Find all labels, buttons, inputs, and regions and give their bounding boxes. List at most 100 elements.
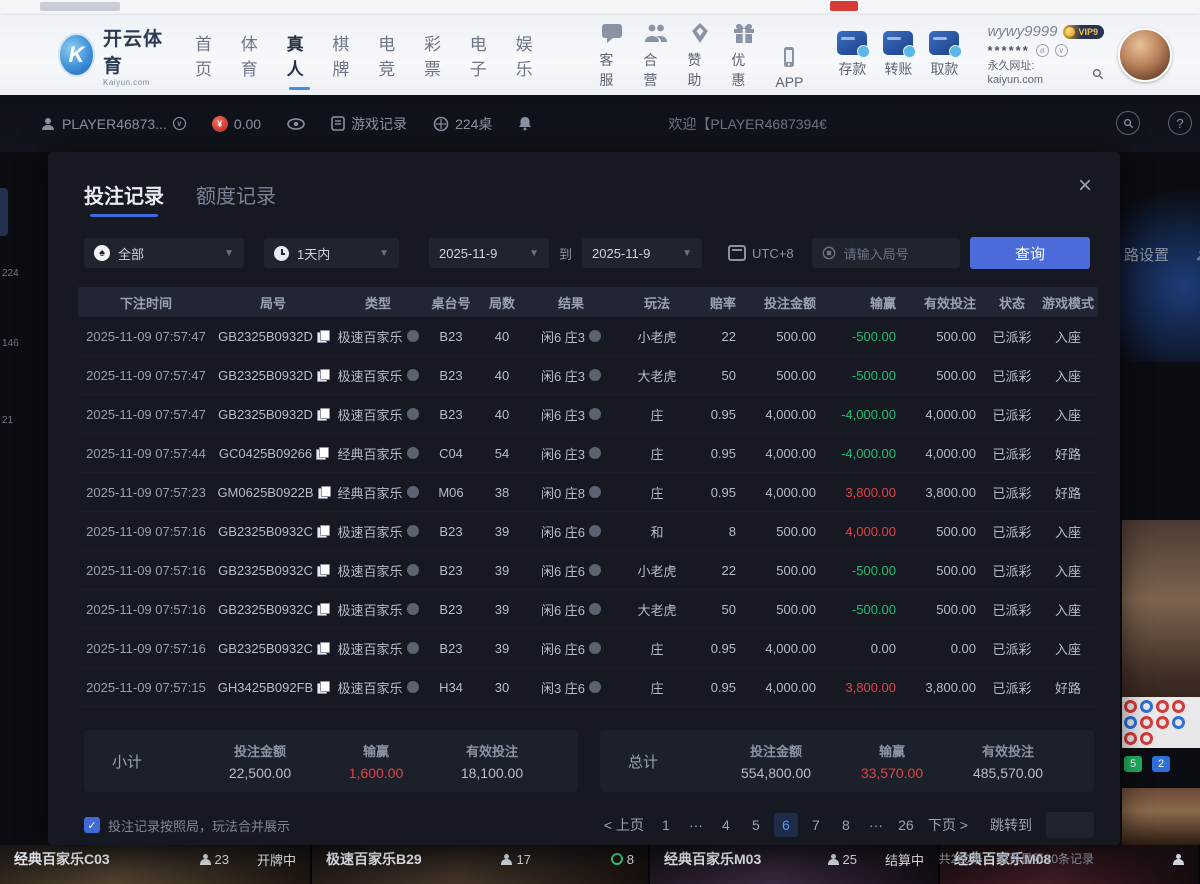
- nav-item-体育[interactable]: 体育: [241, 24, 267, 86]
- close-icon[interactable]: ×: [1072, 174, 1098, 200]
- page-26[interactable]: 26: [894, 813, 918, 837]
- table-row[interactable]: 2025-11-09 07:57:16GB2325B0932C极速百家乐B233…: [78, 551, 1098, 590]
- copy-icon[interactable]: [317, 642, 328, 654]
- nav-item-首页[interactable]: 首页: [195, 24, 221, 86]
- road-ring: [1156, 700, 1169, 713]
- game-type-select[interactable]: ♠ 全部 ▼: [84, 238, 244, 268]
- wallet-存款[interactable]: 存款: [837, 31, 867, 79]
- table-row[interactable]: 2025-11-09 07:57:16GB2325B0932C极速百家乐B233…: [78, 512, 1098, 551]
- tables-count-button[interactable]: 224桌: [433, 114, 492, 134]
- wallet-取款[interactable]: 取款: [929, 31, 959, 79]
- cell-result: 闲3 庄6: [526, 678, 616, 697]
- magnifier-icon[interactable]: [1092, 68, 1104, 80]
- service-客服[interactable]: 客服: [599, 20, 625, 90]
- next-page-button[interactable]: 下页 >: [924, 813, 972, 837]
- cell-table-no: C04: [424, 446, 478, 461]
- live-table-tile[interactable]: 极速百家乐B29178: [312, 845, 650, 884]
- live-table-status: 开牌中: [257, 850, 296, 869]
- help-circle-icon[interactable]: ?: [1168, 111, 1192, 135]
- game-record-button[interactable]: 游戏记录: [331, 114, 407, 134]
- copy-icon[interactable]: [316, 447, 327, 459]
- subtotal-bet-value: 22,500.00: [202, 765, 318, 781]
- copy-icon[interactable]: [317, 408, 328, 420]
- bell-icon: [518, 116, 532, 131]
- clock-icon: [611, 853, 623, 865]
- live-table-timer: 8: [611, 852, 634, 867]
- timezone-display[interactable]: UTC+8: [728, 245, 794, 261]
- table-row[interactable]: 2025-11-09 07:57:23GM0625B0922B经典百家乐M063…: [78, 473, 1098, 512]
- table-row[interactable]: 2025-11-09 07:57:47GB2325B0932D极速百家乐B234…: [78, 395, 1098, 434]
- cell-round-id: GC0425B09266: [214, 446, 332, 461]
- table-row[interactable]: 2025-11-09 07:57:15GH3425B092FB极速百家乐H343…: [78, 668, 1098, 707]
- cell-round-no: 30: [478, 680, 526, 695]
- merge-checkbox[interactable]: ✓: [84, 817, 100, 833]
- copy-icon[interactable]: [317, 525, 328, 537]
- eye-off-icon[interactable]: ø: [1036, 44, 1049, 57]
- copy-icon[interactable]: [317, 369, 328, 381]
- date-from-picker[interactable]: 2025-11-9 ▼: [429, 238, 549, 268]
- balance-display[interactable]: ¥ 0.00: [212, 116, 261, 132]
- nav-item-彩票[interactable]: 彩票: [424, 24, 450, 86]
- table-row[interactable]: 2025-11-09 07:57:47GB2325B0932D极速百家乐B234…: [78, 356, 1098, 395]
- nav-item-电子[interactable]: 电子: [470, 24, 496, 86]
- nav-item-电竞[interactable]: 电竞: [378, 24, 404, 86]
- player-menu[interactable]: PLAYER46873... ∨: [40, 116, 186, 132]
- table-row[interactable]: 2025-11-09 07:57:44GC0425B09266经典百家乐C045…: [78, 434, 1098, 473]
- copy-icon[interactable]: [317, 330, 328, 342]
- copy-icon[interactable]: [318, 486, 329, 498]
- live-table-video[interactable]: [1122, 520, 1200, 748]
- road-ring: [1156, 716, 1169, 729]
- service-赞助[interactable]: 赞助: [687, 20, 713, 90]
- time-range-select[interactable]: 1天内 ▼: [264, 238, 399, 268]
- cell-game-mode: 好路: [1038, 483, 1098, 502]
- wallet-转账[interactable]: 转账: [883, 31, 913, 79]
- site-logo[interactable]: K 开云体育 Kaiyun.com: [58, 24, 169, 87]
- cell-status: 已派彩: [986, 444, 1038, 463]
- total-bet-label: 投注金额: [718, 741, 834, 760]
- bank-card-icon: [837, 31, 867, 55]
- search-circle-icon[interactable]: [1116, 111, 1140, 135]
- live-table-tile[interactable]: 经典百家乐M0325结算中: [650, 845, 940, 884]
- cell-round-id: GH3425B092FB: [214, 680, 332, 695]
- table-row[interactable]: 2025-11-09 07:57:47GB2325B0932D极速百家乐B234…: [78, 317, 1098, 356]
- subtotal-bet-label: 投注金额: [202, 741, 318, 760]
- prev-page-button[interactable]: < 上页: [600, 813, 648, 837]
- table-row[interactable]: 2025-11-09 07:57:16GB2325B0932C极速百家乐B233…: [78, 590, 1098, 629]
- nav-item-娱乐[interactable]: 娱乐: [516, 24, 542, 86]
- game-record-label: 游戏记录: [351, 114, 407, 134]
- live-table-tile[interactable]: 经典百家乐C0323开牌中: [0, 845, 312, 884]
- road-ring: [1140, 732, 1153, 745]
- jump-page-input[interactable]: [1046, 812, 1094, 838]
- cell-time: 2025-11-09 07:57:16: [78, 563, 214, 578]
- road-settings-label[interactable]: 路设置: [1124, 244, 1169, 265]
- cell-game-mode: 入座: [1038, 522, 1098, 541]
- page-1[interactable]: 1: [654, 813, 678, 837]
- eye-toggle[interactable]: [287, 118, 305, 130]
- copy-icon[interactable]: [317, 681, 328, 693]
- query-button[interactable]: 查询: [970, 237, 1090, 269]
- avatar[interactable]: [1118, 28, 1172, 82]
- table-row[interactable]: 2025-11-09 07:57:16GB2325B0932C极速百家乐B233…: [78, 629, 1098, 668]
- page-8[interactable]: 8: [834, 813, 858, 837]
- refresh-icon[interactable]: ∨: [1055, 44, 1068, 57]
- service-APP[interactable]: APP: [775, 44, 803, 90]
- nav-item-真人[interactable]: 真人: [287, 24, 313, 86]
- page-4[interactable]: 4: [714, 813, 738, 837]
- cell-winloss: 3,800.00: [826, 680, 906, 695]
- cell-odds: 0.95: [698, 485, 746, 500]
- tab-投注记录[interactable]: 投注记录: [84, 180, 164, 217]
- page-6[interactable]: 6: [774, 813, 798, 837]
- live-table-video-2[interactable]: [1122, 788, 1200, 845]
- page-7[interactable]: 7: [804, 813, 828, 837]
- nav-item-棋牌[interactable]: 棋牌: [332, 24, 358, 86]
- copy-icon[interactable]: [317, 603, 328, 615]
- service-合营[interactable]: 合营: [643, 20, 669, 90]
- notification-bell[interactable]: [518, 116, 532, 131]
- round-search-input[interactable]: 请输入局号: [812, 238, 960, 268]
- page-5[interactable]: 5: [744, 813, 768, 837]
- service-优惠[interactable]: 优惠: [731, 20, 757, 90]
- tab-额度记录[interactable]: 额度记录: [196, 180, 276, 217]
- user-info[interactable]: wywy9999 VIP9 ****** ø ∨ 永久网址: kaiyun.co…: [987, 23, 1104, 88]
- date-to-picker[interactable]: 2025-11-9 ▼: [582, 238, 702, 268]
- copy-icon[interactable]: [317, 564, 328, 576]
